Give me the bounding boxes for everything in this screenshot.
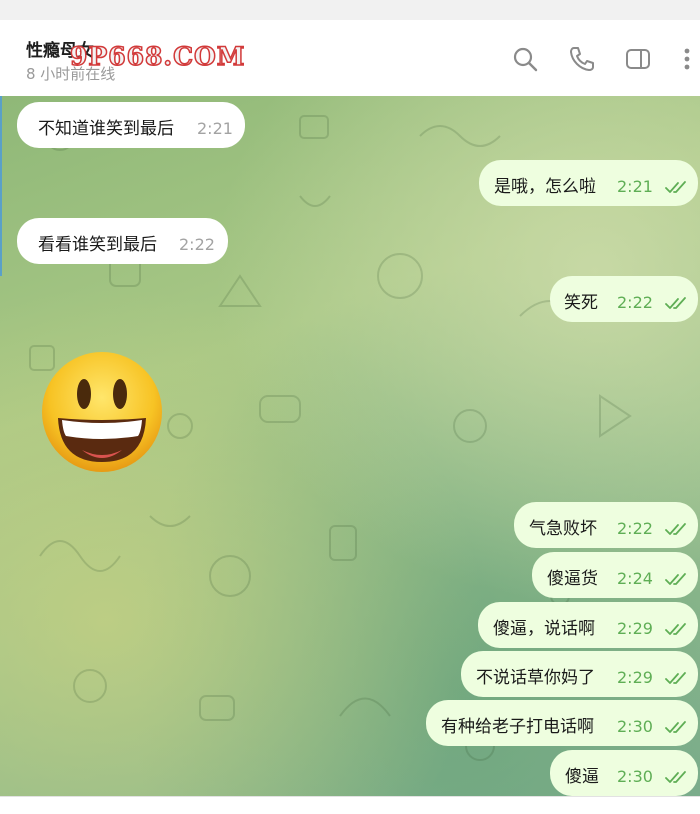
search-icon[interactable]	[510, 44, 540, 74]
message-time: 2:22	[617, 293, 653, 312]
message-text: 是哦，怎么啦	[494, 177, 596, 197]
message-time: 2:29	[617, 619, 653, 638]
message-text: 有种给老子打电话啊	[441, 717, 594, 737]
message-text: 傻逼，说话啊	[493, 619, 595, 639]
message-time: 2:29	[617, 668, 653, 687]
incoming-message[interactable]: 不知道谁笑到最后 2:21	[17, 102, 245, 148]
message-time: 2:24	[617, 569, 653, 588]
double-check-icon	[665, 296, 689, 310]
message-time: 2:22	[617, 519, 653, 538]
message-text: 不知道谁笑到最后	[38, 119, 174, 139]
double-check-icon	[665, 720, 689, 734]
message-text: 不说话草你妈了	[476, 668, 595, 688]
message-time: 2:30	[617, 717, 653, 736]
outgoing-message[interactable]: 是哦，怎么啦 2:21	[479, 160, 698, 206]
more-vertical-icon[interactable]	[672, 44, 700, 74]
sidebar-toggle-icon[interactable]	[623, 44, 653, 74]
outgoing-message[interactable]: 傻逼 2:30	[550, 750, 698, 796]
outgoing-message[interactable]: 笑死 2:22	[550, 276, 698, 322]
message-time: 2:30	[617, 767, 653, 786]
scroll-edge-indicator	[0, 96, 2, 276]
double-check-icon	[665, 770, 689, 784]
outgoing-message[interactable]: 傻逼，说话啊 2:29	[478, 602, 698, 648]
double-check-icon	[665, 180, 689, 194]
message-time: 2:21	[197, 119, 233, 138]
message-text: 笑死	[564, 293, 598, 313]
double-check-icon	[665, 622, 689, 636]
composer-area[interactable]	[0, 796, 700, 814]
double-check-icon	[665, 572, 689, 586]
grinning-face-emoji[interactable]	[40, 350, 164, 474]
outgoing-message[interactable]: 傻逼货 2:24	[532, 552, 698, 598]
message-text: 傻逼	[565, 767, 599, 787]
outgoing-message[interactable]: 不说话草你妈了 2:29	[461, 651, 698, 697]
message-time: 2:22	[179, 235, 215, 254]
window-top-strip	[0, 0, 700, 20]
message-text: 气急败坏	[529, 519, 597, 539]
watermark: 9P668.COM	[69, 41, 246, 72]
message-time: 2:21	[617, 177, 653, 196]
outgoing-message[interactable]: 有种给老子打电话啊 2:30	[426, 700, 698, 746]
double-check-icon	[665, 522, 689, 536]
outgoing-message[interactable]: 气急败坏 2:22	[514, 502, 698, 548]
message-text: 看看谁笑到最后	[38, 235, 157, 255]
chat-background[interactable]: 不知道谁笑到最后 2:21 是哦，怎么啦 2:21 看看谁笑到最后 2:22 笑…	[0, 96, 700, 796]
double-check-icon	[665, 671, 689, 685]
phone-icon[interactable]	[567, 44, 597, 74]
incoming-message[interactable]: 看看谁笑到最后 2:22	[17, 218, 228, 264]
message-text: 傻逼货	[547, 569, 598, 589]
chat-header: 性瘾母女 8 小时前在线 9P668.COM	[0, 20, 700, 97]
